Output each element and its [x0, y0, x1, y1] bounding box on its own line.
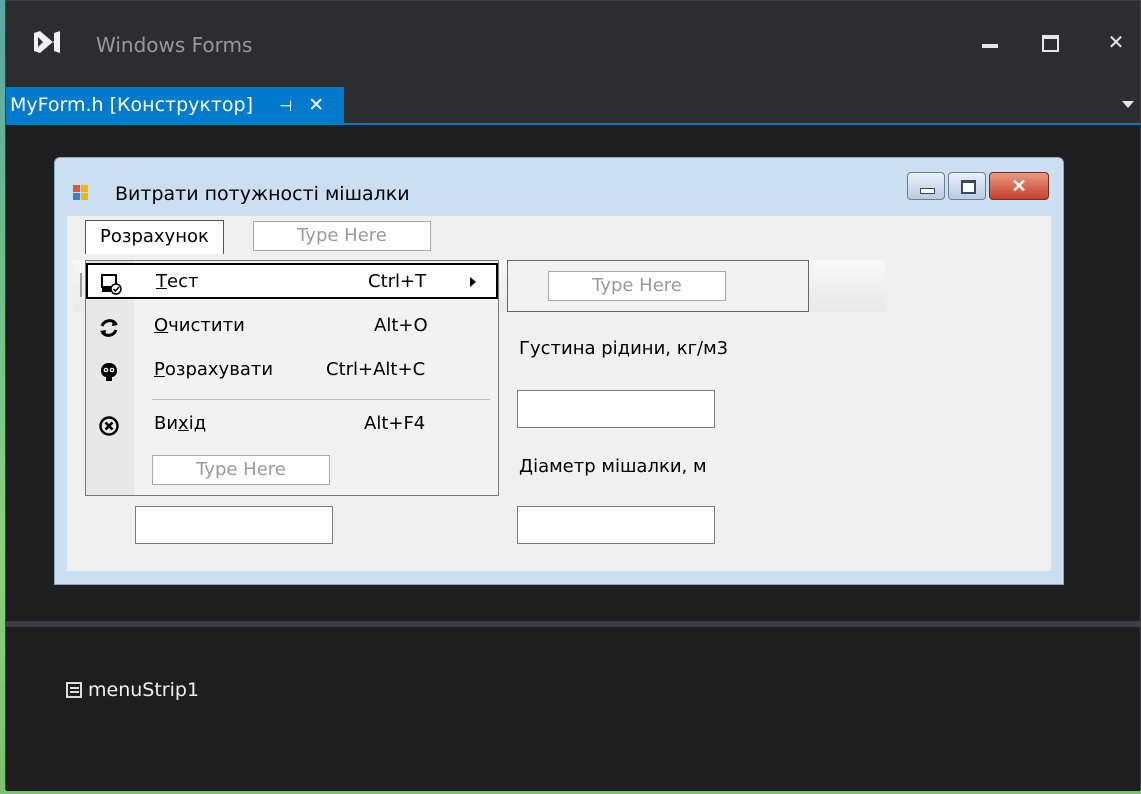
form-caption: Витрати потужності мішалки ✕	[55, 158, 1063, 214]
diameter-input[interactable]	[517, 506, 715, 544]
menu-item-test[interactable]: Тест Ctrl+T	[86, 263, 498, 299]
menu-item-shortcut: Ctrl+Alt+C	[326, 359, 426, 380]
label-diameter: Діаметр мішалки, м	[519, 456, 707, 477]
grip-handle[interactable]	[80, 273, 82, 297]
menu-separator	[152, 399, 490, 400]
menu-item-shortcut: Ctrl+T	[368, 271, 427, 292]
form-caption-buttons: ✕	[907, 172, 1049, 202]
ide-window: Windows Forms ✕ MyForm.h [Конструктор] ⊣…	[5, 0, 1141, 791]
ide-titlebar: Windows Forms ✕	[6, 1, 1140, 87]
close-button[interactable]: ✕	[1096, 23, 1136, 63]
form-minimize-button[interactable]	[907, 172, 945, 200]
menu-item-label: Вихід	[154, 413, 207, 434]
dropdown-type-here[interactable]: Type Here	[152, 455, 330, 485]
form-maximize-button[interactable]	[948, 172, 986, 200]
exit-circle-x-icon	[99, 416, 119, 436]
menustrip-component-icon	[66, 682, 82, 698]
tab-overflow-dropdown-icon[interactable]	[1122, 101, 1134, 108]
maximize-button[interactable]	[1030, 23, 1070, 63]
menu-dropdown: Тест Ctrl+T Очистити Alt+O Розрахувати C…	[80, 260, 499, 496]
label-density: Густина рідини, кг/м3	[519, 338, 729, 359]
minimize-icon	[982, 44, 998, 48]
menu-item-shortcut: Alt+O	[374, 315, 428, 336]
form-title: Витрати потужності мішалки	[115, 183, 410, 205]
form-window[interactable]: Витрати потужності мішалки ✕ Розрахунок …	[54, 157, 1064, 585]
menu-item-rozrakhunok[interactable]: Розрахунок	[85, 220, 224, 254]
visual-studio-logo-icon	[34, 31, 60, 53]
close-icon: ✕	[1107, 32, 1125, 54]
app-title: Windows Forms	[96, 33, 253, 57]
tray-item-menustrip[interactable]: menuStrip1	[66, 679, 199, 701]
document-tabstrip: MyForm.h [Конструктор] ⊣ ✕	[6, 87, 1140, 125]
form-close-button[interactable]: ✕	[989, 172, 1049, 200]
close-icon: ✕	[1011, 176, 1027, 196]
maximize-icon	[1042, 35, 1059, 52]
menu-item-calculate[interactable]: Розрахувати Ctrl+Alt+C	[86, 353, 498, 389]
minimize-button[interactable]	[970, 23, 1010, 63]
density-input[interactable]	[517, 390, 715, 428]
menu-item-label: Тест	[156, 271, 199, 292]
tab-close-icon[interactable]: ✕	[308, 94, 324, 116]
tray-item-label: menuStrip1	[88, 679, 200, 701]
form-client-area: Розрахунок Type Here Type Here Густина р…	[67, 216, 1051, 571]
computer-check-icon	[101, 274, 122, 295]
menu-item-label: Розрахувати	[154, 359, 274, 380]
left-input[interactable]	[135, 506, 333, 544]
menu-item-label: Очистити	[154, 315, 245, 336]
designer-surface: Витрати потужності мішалки ✕ Розрахунок …	[6, 125, 1140, 621]
calculator-mascot-icon	[101, 363, 117, 381]
menu-type-here[interactable]: Type Here	[253, 221, 431, 251]
component-tray: menuStrip1	[6, 627, 1140, 791]
form-icon	[73, 185, 89, 201]
menu-item-clear[interactable]: Очистити Alt+O	[86, 309, 498, 345]
tab-label: MyForm.h [Конструктор]	[10, 94, 254, 116]
refresh-icon	[100, 319, 118, 337]
menu-strip[interactable]: Розрахунок Type Here	[67, 216, 1051, 256]
toolstrip-placeholder[interactable]: Type Here	[507, 260, 809, 312]
pin-icon[interactable]: ⊣	[279, 97, 292, 115]
submenu-arrow-icon	[470, 277, 476, 287]
menu-item-exit[interactable]: Вихід Alt+F4	[86, 407, 498, 443]
tab-myform-designer[interactable]: MyForm.h [Конструктор] ⊣ ✕	[6, 87, 345, 123]
menu-item-shortcut: Alt+F4	[364, 413, 426, 434]
toolstrip-type-here[interactable]: Type Here	[548, 271, 726, 301]
